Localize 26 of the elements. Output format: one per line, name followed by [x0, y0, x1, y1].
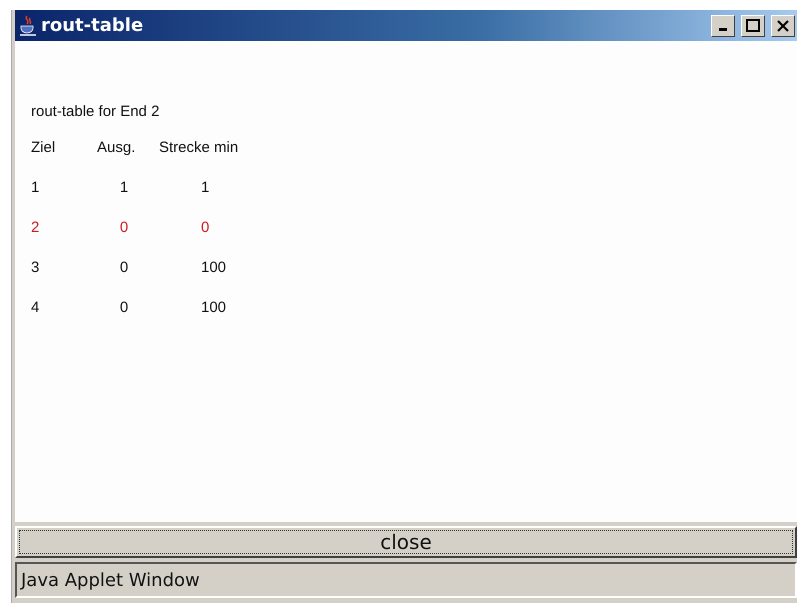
minimize-icon — [719, 28, 727, 31]
window-title: rout-table — [41, 15, 144, 36]
table-cell-text: 1 — [31, 179, 40, 198]
table-cell-text: 100 — [200, 299, 228, 318]
table-cell-text: 2 — [31, 219, 40, 238]
table-cell-text: 0 — [118, 299, 130, 318]
minimize-button[interactable] — [711, 14, 735, 36]
table-heading: rout-table for End 2 — [31, 103, 160, 120]
table-cell-text: 1 — [200, 179, 210, 198]
maximize-button[interactable] — [741, 14, 765, 36]
close-button[interactable]: close — [15, 526, 797, 558]
table-cell-text: 4 — [31, 299, 40, 318]
table-cell-text: 1 — [118, 179, 130, 198]
table-cell-text: 0 — [118, 259, 130, 278]
column-header: Ausg. — [96, 139, 136, 158]
close-button[interactable] — [771, 14, 795, 36]
table-cell-text: 3 — [31, 259, 40, 278]
status-bar: Java Applet Window — [15, 562, 797, 598]
table-cell-text: 0 — [200, 219, 210, 238]
table-cell-text: 100 — [200, 259, 228, 278]
table-cell-text: 0 — [118, 219, 130, 238]
column-header: Strecke min — [159, 139, 240, 158]
column-header: Ziel — [31, 139, 56, 158]
close-icon — [777, 20, 789, 32]
coffee-cup-icon — [19, 14, 37, 36]
maximize-icon — [746, 19, 760, 32]
